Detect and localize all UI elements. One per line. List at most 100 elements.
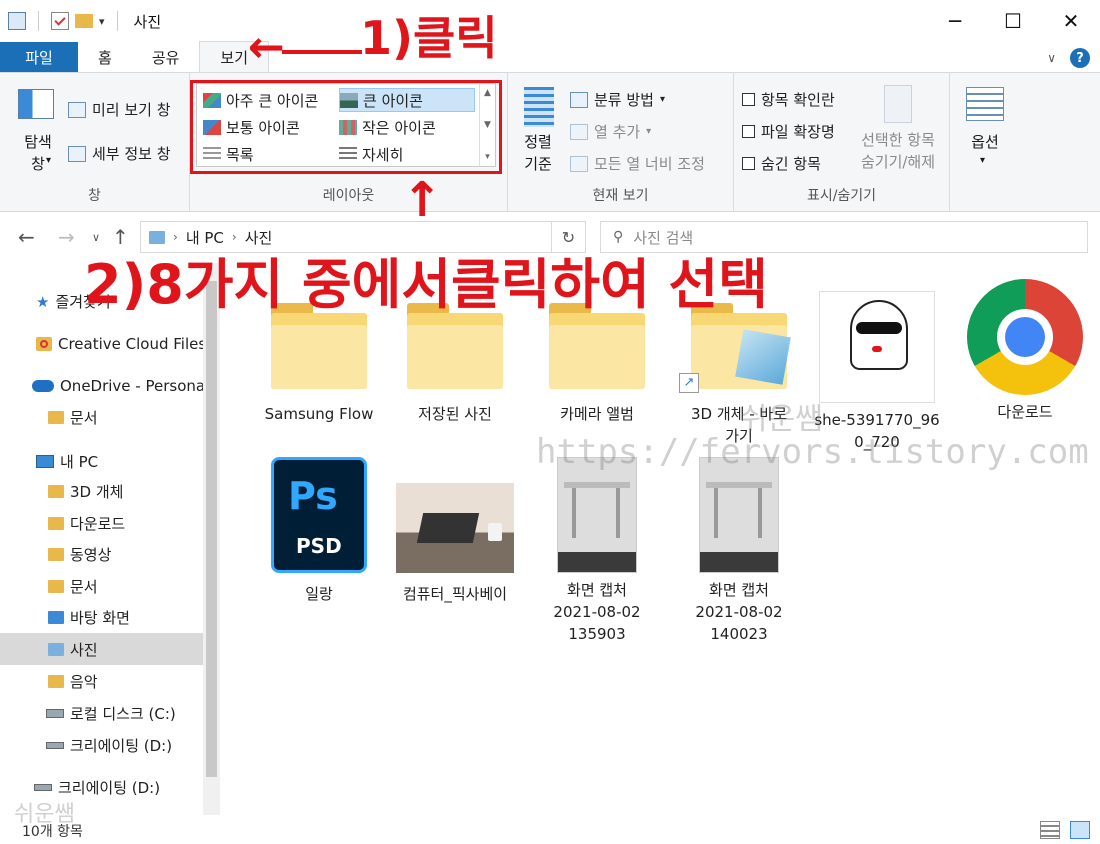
nav-item-music[interactable]: 음악 [48,671,98,692]
item-checkboxes-option[interactable]: 항목 확인란 [742,89,835,110]
add-columns-button[interactable]: 열 추가 ▾ [570,121,651,142]
ribbon-collapse-icon[interactable]: ∨ [1047,51,1056,65]
minimize-button[interactable]: ─ [926,0,984,42]
watermark-name: 쉬운쌤 [740,402,823,437]
file-extensions-label: 파일 확장명 [761,123,835,141]
sort-by-button[interactable]: 정렬 기준 [516,131,560,175]
new-folder-icon[interactable] [75,14,93,28]
nav-item-3d-objects[interactable]: 3D 개체 [48,481,123,502]
file-label: 다운로드 [997,403,1053,421]
current-view-group-label: 현재 보기 [592,188,649,204]
forward-icon[interactable]: → [58,225,75,249]
file-label: 화면 캡처 2021-08-02 135903 [553,581,641,643]
drive-icon [46,709,64,718]
nav-item-local-disk-c[interactable]: 로컬 디스크 (C:) [46,703,176,724]
nav-item-drive-d-root[interactable]: 크리에이팅 (D:) [34,777,160,798]
explorer-window-icon[interactable] [8,12,26,30]
show-hide-group: 항목 확인란 파일 확장명 숨긴 항목 선택한 항목 숨기기/해제 표시/숨기기 [734,73,950,211]
nav-item-videos[interactable]: 동영상 [48,544,111,565]
folder-3d-icon [48,485,64,498]
options-group: 옵션 ▾ [950,73,1022,211]
nav-item-desktop[interactable]: 바탕 화면 [48,607,130,628]
current-view-group: 정렬 기준 분류 방법 ▾ 열 추가 ▾ 모든 열 너비 조정 현재 보기 [508,73,734,211]
group-by-button[interactable]: 분류 방법 ▾ [570,89,665,110]
nav-item-label: 내 PC [60,453,99,471]
tab-share[interactable]: 공유 [132,42,200,72]
file-tile[interactable]: she-5391770_96 0_720 [812,291,942,453]
nav-item-pictures[interactable]: 사진 [0,633,203,665]
file-tile[interactable]: Samsung Flow [254,303,384,425]
file-tile[interactable]: 화면 캡처 2021-08-02 135903 [532,457,662,645]
folder-icon [48,411,64,424]
file-tile[interactable]: 화면 캡처 2021-08-02 140023 [674,457,804,645]
nav-item-onedrive[interactable]: OneDrive - Personal [32,377,209,395]
tab-home[interactable]: 홈 [78,42,132,72]
fit-columns-button[interactable]: 모든 열 너비 조정 [570,153,705,174]
nav-item-label: 바탕 화면 [70,609,130,627]
highlight-layout-box [190,80,502,174]
file-tile[interactable]: 저장된 사진 [390,303,520,425]
image-thumbnail [819,291,935,403]
nav-pane-scroll-thumb[interactable] [206,281,217,777]
file-label: 저장된 사진 [418,405,492,423]
large-icons-view-icon[interactable] [1070,821,1090,839]
qa-dropdown-icon[interactable]: ▾ [99,15,105,28]
details-pane-button[interactable]: 세부 정보 창 [68,143,171,164]
nav-item-label: 로컬 디스크 (C:) [70,705,176,723]
preview-pane-label: 미리 보기 창 [92,101,171,119]
nav-item-label: 동영상 [70,546,112,564]
nav-pane-dropdown-icon[interactable]: ▾ [46,155,51,166]
options-icon[interactable] [966,87,1004,121]
hide-selected-icon [884,85,912,123]
options-button[interactable]: 옵션 [960,131,1010,152]
nav-item-drive-d[interactable]: 크리에이팅 (D:) [46,735,172,756]
details-view-icon[interactable] [1040,821,1060,839]
image-thumbnail [557,457,637,573]
sort-by-icon[interactable] [524,87,554,127]
properties-icon[interactable] [51,12,69,30]
file-label: 카메라 앨범 [560,405,634,423]
navigation-pane-button[interactable]: 탐색 창 [18,131,58,175]
nav-item-label: 음악 [70,673,98,691]
nav-item-onedrive-documents[interactable]: 문서 [48,407,98,428]
help-icon[interactable]: ? [1070,48,1090,68]
item-checkboxes-label: 항목 확인란 [761,91,835,109]
file-label: Samsung Flow [264,405,374,423]
back-icon[interactable]: ← [18,225,35,249]
file-tile[interactable]: Ps PSD 일랑 [254,457,384,605]
file-extensions-checkbox[interactable] [742,125,755,138]
hide-selected-button[interactable]: 선택한 항목 숨기기/해제 [850,129,946,173]
file-tile[interactable]: 다운로드 [960,279,1090,423]
nav-item-creative-cloud[interactable]: Creative Cloud Files [36,335,206,353]
file-tile[interactable]: 카메라 앨범 [532,303,662,425]
preview-pane-button[interactable]: 미리 보기 창 [68,99,171,120]
nav-item-label: 3D 개체 [70,483,124,501]
tab-file[interactable]: 파일 [0,42,78,72]
options-dropdown-icon: ▾ [980,155,986,166]
shortcut-arrow-icon: ↗ [679,373,699,393]
videos-folder-icon [48,548,64,561]
annotation-step1: 1)클릭 [360,11,498,65]
nav-item-label: 크리에이팅 (D:) [58,779,161,797]
item-checkboxes-checkbox[interactable] [742,93,755,106]
ribbon-view: 탐색 창 ▾ 미리 보기 창 세부 정보 창 창 레이아웃 아주 큰 아이콘 큰… [0,72,1100,212]
nav-item-downloads[interactable]: 다운로드 [48,513,125,534]
hidden-items-checkbox[interactable] [742,157,755,170]
navigation-pane-icon[interactable] [18,89,54,119]
file-label: 화면 캡처 2021-08-02 140023 [695,581,783,643]
maximize-button[interactable]: ☐ [984,0,1042,42]
nav-item-label: 다운로드 [70,515,126,533]
hidden-items-option[interactable]: 숨긴 항목 [742,153,821,174]
image-thumbnail [396,483,514,573]
file-extensions-option[interactable]: 파일 확장명 [742,121,835,142]
add-columns-dropdown-icon: ▾ [646,126,652,137]
nav-item-label: 문서 [70,409,98,427]
nav-item-this-pc[interactable]: 내 PC [36,451,98,472]
drive-icon [46,742,64,749]
image-thumbnail [699,457,779,573]
watermark-name-bottom: 쉬운쌤 [14,802,75,827]
preview-pane-icon [68,101,86,118]
close-button[interactable]: ✕ [1042,0,1100,42]
file-tile[interactable]: 컴퓨터_픽사베이 [390,483,520,605]
nav-item-documents[interactable]: 문서 [48,576,98,597]
